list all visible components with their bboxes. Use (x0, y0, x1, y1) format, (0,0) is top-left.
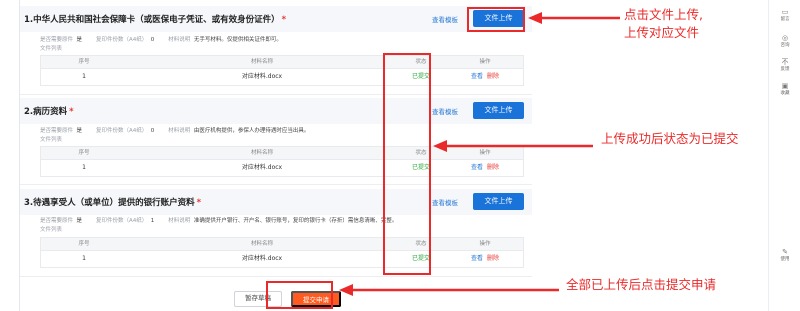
col-no: 序号 (78, 150, 90, 156)
delete-link[interactable]: 删除 (487, 164, 499, 171)
section-2-title: 2.病历资料 * (24, 107, 74, 117)
section-3-table: 序号 材料名称 状态 操作 1 对应材料.docx 已提交 查看 删除 (40, 237, 524, 268)
delete-link[interactable]: 删除 (487, 255, 499, 262)
view-link[interactable]: 查看 (471, 164, 483, 171)
sidebar-item-collect[interactable]: ▣ 收藏 (769, 82, 800, 97)
collect-icon: ▣ (781, 82, 789, 90)
view-template-link-3[interactable]: 查看模板 (432, 197, 458, 207)
section-1-header: 1.中华人民共和国社会保障卡（或医保电子凭证、或有效身份证件） * 查看模板 文件… (20, 6, 532, 32)
right-sidebar: ▭ 留言 ◎ 咨询 不 反馈 ▣ 收藏 ✎ 使用 (768, 0, 800, 311)
col-name: 材料名称 (250, 59, 273, 65)
sidebar-item-assist[interactable]: ✎ 使用 (769, 248, 800, 263)
row-no: 1 (82, 73, 86, 80)
message-icon: ▭ (781, 8, 789, 16)
section-3-meta: 是否需要原件 是 复印件份数（A4纸） 1 材料说明 准确提供开户银行、开户名、… (40, 218, 398, 224)
circle-icon: ◎ (781, 34, 789, 42)
section-1-table: 序号 材料名称 状态 操作 1 对应材料.docx 已提交 查看 删除 (40, 55, 524, 86)
col-actions: 操作 (479, 241, 491, 247)
section-1-file-list-label: 文件列表 (40, 46, 63, 52)
col-no: 序号 (78, 59, 90, 65)
upload-button-2[interactable]: 文件上传 (473, 102, 524, 119)
arrow-to-upload-icon (528, 12, 620, 24)
upload-instruction-text: 点击文件上传, 上传对应文件 (624, 7, 703, 40)
col-actions: 操作 (479, 59, 491, 65)
table-row: 1 对应材料.docx 已提交 查看 删除 (41, 69, 523, 85)
section-divider (20, 184, 532, 185)
sidebar-item-message[interactable]: ▭ 留言 (769, 8, 800, 23)
arrow-to-status-icon (433, 140, 593, 152)
materials-panel: 1.中华人民共和国社会保障卡（或医保电子凭证、或有效身份证件） * 查看模板 文件… (19, 0, 532, 311)
view-template-link-1[interactable]: 查看模板 (432, 14, 458, 24)
sidebar-item-feedback[interactable]: 不 反馈 (769, 58, 800, 73)
section-3-file-list-label: 文件列表 (40, 227, 63, 233)
arrow-to-submit-icon (339, 284, 559, 296)
table-header: 序号 材料名称 状态 操作 (41, 56, 523, 69)
status-highlight-box (383, 53, 431, 275)
sidebar-item-consult[interactable]: ◎ 咨询 (769, 34, 800, 49)
view-template-link-2[interactable]: 查看模板 (432, 106, 458, 116)
section-1-title: 1.中华人民共和国社会保障卡（或医保电子凭证、或有效身份证件） * (24, 15, 287, 25)
upload-button-3[interactable]: 文件上传 (473, 193, 524, 210)
status-instruction-text: 上传成功后状态为已提交 (601, 131, 739, 146)
table-header: 序号 材料名称 状态 操作 (41, 238, 523, 251)
assist-icon: ✎ (782, 248, 788, 256)
section-2-header: 2.病历资料 * 查看模板 文件上传 (20, 98, 532, 124)
no-icon: 不 (781, 58, 789, 66)
section-2-file-list-label: 文件列表 (40, 137, 63, 143)
row-file-name: 对应材料.docx (241, 255, 283, 262)
section-3-title: 3.待遇享受人（或单位）提供的银行账户资料 * (24, 198, 202, 208)
view-link[interactable]: 查看 (471, 73, 483, 80)
section-3-header: 3.待遇享受人（或单位）提供的银行账户资料 * 查看模板 文件上传 (20, 189, 532, 215)
section-1-meta: 是否需要原件 是 复印件份数（A4纸） 0 材料说明 无手写材料。仅提供相关证件… (40, 37, 282, 43)
section-divider (20, 276, 532, 277)
row-actions: 查看 删除 (445, 160, 525, 176)
delete-link[interactable]: 删除 (487, 73, 499, 80)
row-file-name: 对应材料.docx (241, 73, 283, 80)
page-left-margin (0, 0, 19, 311)
col-name: 材料名称 (250, 150, 273, 156)
submit-instruction-text: 全部已上传后点击提交申请 (566, 277, 717, 292)
section-2-meta: 是否需要原件 是 复印件份数（A4纸） 0 材料说明 由医疗机构提供，参保人办理… (40, 128, 310, 134)
row-file-name: 对应材料.docx (241, 164, 283, 171)
row-actions: 查看 删除 (445, 251, 525, 267)
submit-highlight-box (266, 281, 333, 309)
view-link[interactable]: 查看 (471, 255, 483, 262)
row-no: 1 (82, 164, 86, 171)
table-row: 1 对应材料.docx 已提交 查看 删除 (41, 251, 523, 267)
table-row: 1 对应材料.docx 已提交 查看 删除 (41, 160, 523, 176)
col-name: 材料名称 (250, 241, 273, 247)
upload-highlight-box (467, 7, 525, 32)
row-actions: 查看 删除 (445, 69, 525, 85)
section-divider (20, 94, 532, 95)
col-no: 序号 (78, 241, 90, 247)
row-no: 1 (82, 255, 86, 262)
